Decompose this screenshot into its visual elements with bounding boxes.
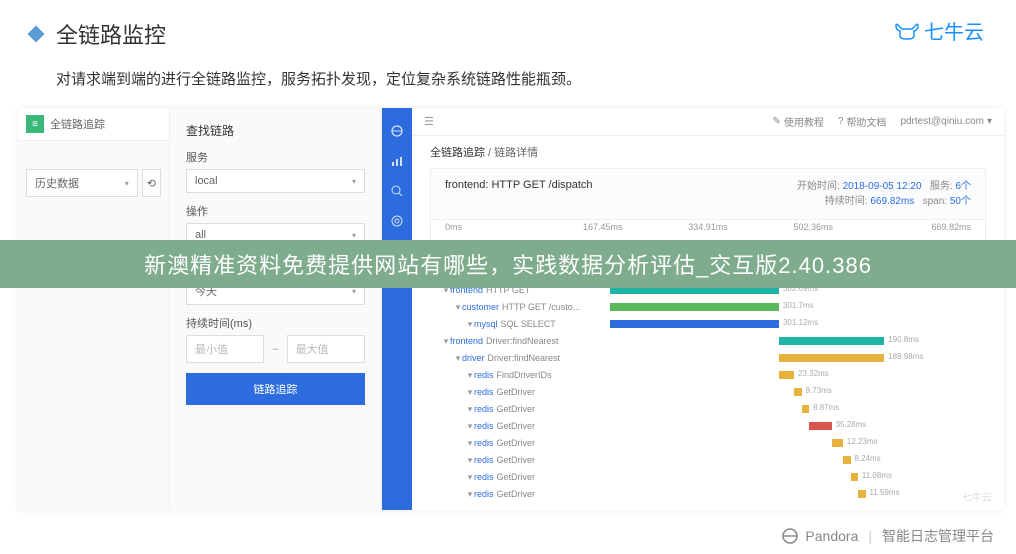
toggle-icon[interactable]: ▾ bbox=[466, 387, 474, 398]
duration-min-input[interactable]: 最小值 bbox=[186, 335, 264, 363]
toggle-icon[interactable]: ▾ bbox=[442, 336, 450, 347]
span-row[interactable]: ▾ redis GetDriver9.73ms bbox=[430, 384, 986, 400]
search-title: 查找链路 bbox=[186, 118, 365, 149]
top-bar: ☰ ✎ 使用教程 ? 帮助文档 pdrtest@qiniu.com ▾ bbox=[412, 108, 1004, 136]
search-panel: 查找链路 服务 local▾ 操作 all▾ 时间范围 今天▾ 持续时间(ms)… bbox=[170, 108, 382, 510]
refresh-icon: ⟲ bbox=[147, 177, 156, 190]
help-link[interactable]: ? 帮助文档 bbox=[838, 114, 887, 129]
slide-description: 对请求端到端的进行全链路监控，服务拓扑发现，定位复杂系统链路性能瓶颈。 bbox=[0, 56, 1016, 101]
duration-max-input[interactable]: 最大值 bbox=[287, 335, 365, 363]
toggle-icon[interactable]: ▾ bbox=[466, 319, 474, 330]
history-select-label: 历史数据 bbox=[35, 175, 79, 191]
vertical-nav bbox=[382, 108, 412, 510]
breadcrumb: 全链路追踪 / 链路详情 bbox=[412, 136, 1004, 168]
hamburger-icon[interactable]: ☰ bbox=[424, 115, 434, 128]
span-row[interactable]: ▾ redis GetDriver8.87ms bbox=[430, 401, 986, 417]
toggle-icon[interactable]: ▾ bbox=[466, 455, 474, 466]
service-select[interactable]: local▾ bbox=[186, 169, 365, 193]
span-row[interactable]: ▾ redis FindDriverIDs23.32ms bbox=[430, 367, 986, 383]
rail-title: 全链路追踪 bbox=[50, 116, 105, 132]
user-menu[interactable]: pdrtest@qiniu.com ▾ bbox=[900, 114, 992, 129]
toggle-icon[interactable]: ▾ bbox=[466, 472, 474, 483]
span-row[interactable]: ▾ frontend Driver:findNearest190.8ms bbox=[430, 333, 986, 349]
trace-title: frontend: HTTP GET /dispatch bbox=[445, 179, 593, 209]
toggle-icon[interactable]: ▾ bbox=[466, 370, 474, 381]
slide-footer: Pandora | 智能日志管理平台 bbox=[781, 526, 994, 546]
qiniu-text: 七牛云 bbox=[924, 16, 984, 45]
span-tree: ▾ frontend HTTP GET: /customer302.76ms▾ … bbox=[430, 265, 986, 510]
footer-brand: Pandora bbox=[805, 528, 858, 544]
qiniu-logo: 七牛云 bbox=[894, 16, 984, 45]
nav-bar-icon[interactable] bbox=[390, 154, 404, 168]
chevron-down-icon: ▾ bbox=[352, 231, 356, 240]
chevron-down-icon: ▾ bbox=[125, 179, 129, 188]
span-row[interactable]: ▾ redis GetDriver11.59ms bbox=[430, 486, 986, 502]
footer-tag: 智能日志管理平台 bbox=[882, 526, 994, 546]
trace-icon: ≡ bbox=[26, 115, 44, 133]
span-row[interactable]: ▾ mysql SQL SELECT301.12ms bbox=[430, 316, 986, 332]
search-button[interactable]: 链路追踪 bbox=[186, 373, 365, 405]
span-row[interactable]: ▾ redis GetDriver11.08ms bbox=[430, 469, 986, 485]
rail-header: ≡ 全链路追踪 bbox=[18, 108, 169, 141]
nav-ring-icon[interactable] bbox=[390, 214, 404, 228]
history-refresh[interactable]: ⟲ bbox=[142, 169, 161, 197]
toggle-icon[interactable]: ▾ bbox=[454, 353, 462, 364]
slide-title: 全链路监控 bbox=[56, 18, 166, 50]
time-ruler: 0ms167.45ms334.91ms502.36ms669.82ms bbox=[431, 219, 985, 238]
toggle-icon[interactable]: ▾ bbox=[466, 421, 474, 432]
app-screenshot: ≡ 全链路追踪 历史数据 ▾ ⟲ 查找链路 服务 local▾ 操作 all▾ … bbox=[18, 108, 1004, 510]
nav-search-icon[interactable] bbox=[390, 184, 404, 198]
toggle-icon[interactable]: ▾ bbox=[466, 438, 474, 449]
toggle-icon[interactable]: ▾ bbox=[466, 489, 474, 500]
history-select[interactable]: 历史数据 ▾ bbox=[26, 169, 138, 197]
span-row[interactable]: ▾ redis GetDriver35.28ms bbox=[430, 418, 986, 434]
span-row[interactable]: ▾ customer HTTP GET /custo...301.7ms bbox=[430, 299, 986, 315]
nav-home-icon[interactable] bbox=[390, 124, 404, 138]
trace-meta: 开始时间: 2018-09-05 12:20 服务: 6个 持续时间: 669.… bbox=[797, 179, 971, 209]
pandora-icon bbox=[781, 527, 799, 545]
span-row[interactable]: ▾ redis GetDriver12.23ms bbox=[430, 435, 986, 451]
overlay-banner: 新澳精准资料免费提供网站有哪些，实践数据分析评估_交互版2.40.386 bbox=[0, 240, 1016, 288]
service-label: 服务 bbox=[186, 149, 365, 165]
crumb-root[interactable]: 全链路追踪 bbox=[430, 147, 485, 159]
toggle-icon[interactable]: ▾ bbox=[466, 404, 474, 415]
span-row[interactable]: ▾ driver Driver:findNearest189.98ms bbox=[430, 350, 986, 366]
dash-separator: – bbox=[264, 343, 286, 355]
left-rail: ≡ 全链路追踪 历史数据 ▾ ⟲ bbox=[18, 108, 170, 510]
crumb-current: 链路详情 bbox=[494, 147, 538, 159]
bullet-diamond bbox=[28, 26, 45, 43]
main-content: ☰ ✎ 使用教程 ? 帮助文档 pdrtest@qiniu.com ▾ 全链路追… bbox=[412, 108, 1004, 510]
footer-divider: | bbox=[868, 528, 872, 544]
operation-label: 操作 bbox=[186, 203, 365, 219]
tutorial-link[interactable]: ✎ 使用教程 bbox=[772, 114, 823, 129]
duration-label: 持续时间(ms) bbox=[186, 315, 365, 331]
span-row[interactable]: ▾ redis GetDriver8.24ms bbox=[430, 452, 986, 468]
toggle-icon[interactable]: ▾ bbox=[454, 302, 462, 313]
chevron-down-icon: ▾ bbox=[352, 177, 356, 186]
